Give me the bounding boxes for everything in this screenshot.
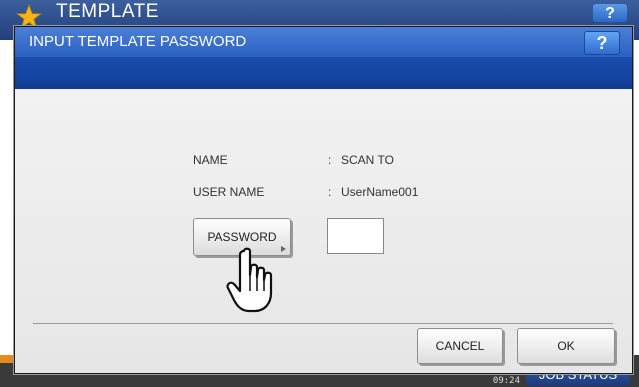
cancel-button[interactable]: CANCEL [417, 328, 503, 364]
name-colon: : [328, 153, 332, 167]
user-name-colon: : [328, 185, 332, 199]
help-button[interactable]: ? [584, 31, 620, 55]
triangle-right-icon [281, 246, 286, 252]
user-name-value: UserName001 [341, 185, 419, 199]
dialog-title: INPUT TEMPLATE PASSWORD [29, 33, 247, 50]
input-template-password-dialog: INPUT TEMPLATE PASSWORD ? NAME : SCAN TO… [14, 26, 633, 374]
password-button-label: PASSWORD [207, 230, 277, 244]
ok-button[interactable]: OK [517, 328, 615, 364]
name-label: NAME [193, 153, 228, 167]
password-field[interactable] [327, 218, 384, 254]
user-name-label: USER NAME [193, 185, 265, 199]
hand-pointer-icon [226, 247, 273, 313]
dialog-header: INPUT TEMPLATE PASSWORD ? [15, 27, 632, 89]
name-value: SCAN TO [341, 153, 394, 167]
background-help-button[interactable]: ? [593, 4, 627, 22]
dialog-divider [33, 323, 613, 324]
background-title: TEMPLATE [56, 1, 159, 22]
clock-time: 09:24 [492, 376, 520, 386]
